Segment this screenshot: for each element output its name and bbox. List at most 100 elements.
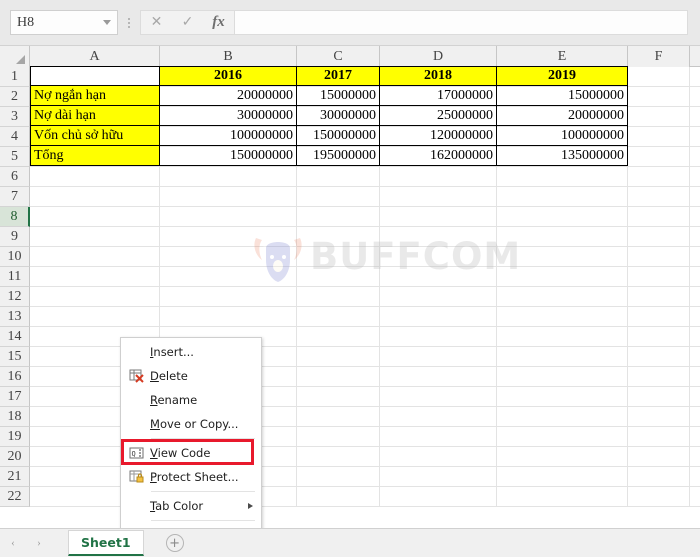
cell-C4[interactable]: 150000000 [297, 126, 380, 146]
cell-F7[interactable] [628, 187, 690, 207]
cell-E9[interactable] [497, 227, 628, 247]
cell-E6[interactable] [497, 167, 628, 187]
sheet-tab-sheet1[interactable]: Sheet1 [68, 530, 144, 556]
cell-B3[interactable]: 30000000 [160, 106, 297, 126]
cell-A8[interactable] [30, 207, 160, 227]
cell-D6[interactable] [380, 167, 497, 187]
cell-A13[interactable] [30, 307, 160, 327]
cell-D15[interactable] [380, 347, 497, 367]
cell-F14[interactable] [628, 327, 690, 347]
name-box[interactable]: H8 [10, 10, 118, 35]
menu-item-delete[interactable]: Delete [121, 364, 261, 388]
cell-D8[interactable] [380, 207, 497, 227]
cell-C11[interactable] [297, 267, 380, 287]
cell-F9[interactable] [628, 227, 690, 247]
column-header-a[interactable]: A [30, 46, 160, 67]
cell-B8[interactable] [160, 207, 297, 227]
cell-F21[interactable] [628, 467, 690, 487]
cell-D4[interactable]: 120000000 [380, 126, 497, 146]
cell-E15[interactable] [497, 347, 628, 367]
cell-D22[interactable] [380, 487, 497, 507]
row-header-18[interactable]: 18 [0, 407, 30, 427]
cell-D18[interactable] [380, 407, 497, 427]
last-sheet-arrow-icon[interactable]: › [26, 532, 52, 554]
row-header-19[interactable]: 19 [0, 427, 30, 447]
menu-item-insert[interactable]: Insert... [121, 340, 261, 364]
cell-D16[interactable] [380, 367, 497, 387]
cell-A6[interactable] [30, 167, 160, 187]
cell-C7[interactable] [297, 187, 380, 207]
cell-A10[interactable] [30, 247, 160, 267]
cell-F16[interactable] [628, 367, 690, 387]
cell-B10[interactable] [160, 247, 297, 267]
row-header-8[interactable]: 8 [0, 207, 30, 227]
row-header-4[interactable]: 4 [0, 127, 30, 147]
cell-F8[interactable] [628, 207, 690, 227]
cell-D19[interactable] [380, 427, 497, 447]
column-header-f[interactable]: F [628, 46, 690, 67]
cell-C6[interactable] [297, 167, 380, 187]
cell-F17[interactable] [628, 387, 690, 407]
cell-F4[interactable] [628, 127, 690, 147]
cell-C22[interactable] [297, 487, 380, 507]
row-header-11[interactable]: 11 [0, 267, 30, 287]
cell-E22[interactable] [497, 487, 628, 507]
cell-C16[interactable] [297, 367, 380, 387]
cell-C17[interactable] [297, 387, 380, 407]
column-header-c[interactable]: C [297, 46, 380, 67]
cell-E11[interactable] [497, 267, 628, 287]
cell-F22[interactable] [628, 487, 690, 507]
cell-E21[interactable] [497, 467, 628, 487]
menu-item-rename[interactable]: Rename [121, 388, 261, 412]
cell-F19[interactable] [628, 427, 690, 447]
cell-B4[interactable]: 100000000 [160, 126, 297, 146]
cell-A12[interactable] [30, 287, 160, 307]
row-header-12[interactable]: 12 [0, 287, 30, 307]
cell-B7[interactable] [160, 187, 297, 207]
cell-E13[interactable] [497, 307, 628, 327]
cell-B2[interactable]: 20000000 [160, 86, 297, 106]
cell-A9[interactable] [30, 227, 160, 247]
row-header-21[interactable]: 21 [0, 467, 30, 487]
cell-D7[interactable] [380, 187, 497, 207]
cell-E12[interactable] [497, 287, 628, 307]
cell-E16[interactable] [497, 367, 628, 387]
cell-E18[interactable] [497, 407, 628, 427]
cell-C2[interactable]: 15000000 [297, 86, 380, 106]
cell-B9[interactable] [160, 227, 297, 247]
cell-F6[interactable] [628, 167, 690, 187]
cell-E10[interactable] [497, 247, 628, 267]
cell-D20[interactable] [380, 447, 497, 467]
row-header-3[interactable]: 3 [0, 107, 30, 127]
cell-F11[interactable] [628, 267, 690, 287]
cell-D11[interactable] [380, 267, 497, 287]
cell-F10[interactable] [628, 247, 690, 267]
cell-E4[interactable]: 100000000 [497, 126, 628, 146]
cell-F3[interactable] [628, 107, 690, 127]
cell-E5[interactable]: 135000000 [497, 146, 628, 166]
cell-C14[interactable] [297, 327, 380, 347]
cell-C5[interactable]: 195000000 [297, 146, 380, 166]
cell-F13[interactable] [628, 307, 690, 327]
cell-D5[interactable]: 162000000 [380, 146, 497, 166]
menu-item-hide[interactable]: Hide [121, 523, 261, 528]
menu-item-tab-color[interactable]: Tab Color [121, 494, 261, 518]
row-header-10[interactable]: 10 [0, 247, 30, 267]
cancel-icon[interactable]: ✕ [141, 11, 172, 34]
sheet-tab-context-menu[interactable]: Insert... Delete Rename Move or Copy... Q Vie… [120, 337, 262, 528]
cell-A3[interactable]: Nợ dài hạn [30, 106, 160, 126]
cell-A1[interactable] [30, 66, 160, 86]
row-header-14[interactable]: 14 [0, 327, 30, 347]
spreadsheet-grid[interactable]: ABCDEF 1 2 3 4 5 6 7 8 9 10 11 12 13 14 15 16 17 18 19 20 21… [0, 46, 700, 528]
cell-E1[interactable]: 2019 [497, 66, 628, 86]
cell-E17[interactable] [497, 387, 628, 407]
cell-C3[interactable]: 30000000 [297, 106, 380, 126]
cell-D17[interactable] [380, 387, 497, 407]
cell-A4[interactable]: Vốn chủ sở hữu [30, 126, 160, 146]
cell-E8[interactable] [497, 207, 628, 227]
insert-function-icon[interactable]: fx [203, 11, 234, 34]
cell-C12[interactable] [297, 287, 380, 307]
cell-E20[interactable] [497, 447, 628, 467]
cell-D14[interactable] [380, 327, 497, 347]
cell-F20[interactable] [628, 447, 690, 467]
